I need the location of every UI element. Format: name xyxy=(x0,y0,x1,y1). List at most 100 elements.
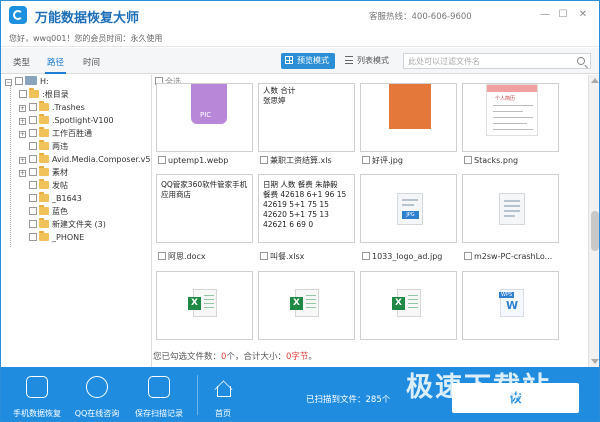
tree-item-avid[interactable]: + Avid.Media.Composer.v5 xyxy=(19,153,150,166)
tree-item-sucai[interactable]: + 素材 xyxy=(19,166,68,179)
preview-mode-button[interactable]: 预览模式 xyxy=(281,53,335,69)
filter-input[interactable] xyxy=(404,54,569,68)
phone-recovery-button[interactable]: 手机数据恢复 xyxy=(7,367,67,421)
collapse-icon[interactable]: − xyxy=(5,79,12,86)
tree-item-b1643[interactable]: _B1643 xyxy=(29,192,82,205)
expand-icon[interactable]: + xyxy=(19,105,26,112)
site-watermark: 极速下载站 xyxy=(406,372,551,403)
tree-checkbox[interactable] xyxy=(19,90,27,98)
tree-checkbox[interactable] xyxy=(15,77,23,85)
maximize-button[interactable]: ☐ xyxy=(557,9,569,21)
file-caption[interactable]: m2sw-PC-crashLo... xyxy=(464,251,564,263)
file-checkbox[interactable] xyxy=(260,252,268,260)
file-name: 阿思.docx xyxy=(168,252,206,261)
tab-type[interactable]: 类型 xyxy=(13,56,30,68)
file-line xyxy=(402,204,414,206)
tree-checkbox[interactable] xyxy=(29,220,37,228)
scroll-up-icon[interactable] xyxy=(591,78,599,83)
file-card-haoping[interactable] xyxy=(360,83,457,152)
tree-checkbox[interactable] xyxy=(29,168,37,176)
file-checkbox[interactable] xyxy=(464,252,472,260)
expand-icon[interactable]: + xyxy=(19,170,26,177)
tree-checkbox[interactable] xyxy=(29,233,37,241)
user-bar: 您好，wwq001！您的会员时间：永久使用 xyxy=(1,29,599,47)
file-checkbox[interactable] xyxy=(158,156,166,164)
file-checkbox[interactable] xyxy=(158,252,166,260)
file-checkbox[interactable] xyxy=(464,156,472,164)
tree-checkbox[interactable] xyxy=(29,155,37,163)
file-caption[interactable]: 叫餐.xlsx xyxy=(260,251,360,263)
tree-item-liangwei[interactable]: 两违 xyxy=(29,140,68,153)
resume-line xyxy=(493,111,523,112)
phone-icon xyxy=(26,376,48,398)
file-caption[interactable]: uptemp1.webp xyxy=(158,155,258,167)
file-card-logo-jpg[interactable]: JPG xyxy=(360,174,457,243)
file-caption[interactable]: 兼职工资结算.xls xyxy=(260,155,360,167)
file-name: 叫餐.xlsx xyxy=(270,252,305,261)
expand-icon[interactable]: + xyxy=(19,118,26,125)
filter-box xyxy=(403,53,591,69)
status-prefix: 您已勾选文件数： xyxy=(153,352,222,362)
tab-time[interactable]: 时间 xyxy=(83,56,100,68)
file-line xyxy=(504,210,520,212)
tree-item-label: .Spotlight-V100 xyxy=(52,116,114,125)
file-checkbox[interactable] xyxy=(362,252,370,260)
search-icon[interactable] xyxy=(577,57,585,65)
tree-checkbox[interactable] xyxy=(29,181,37,189)
file-card-stacks[interactable]: 个人简历 xyxy=(462,83,559,152)
scroll-down-icon[interactable] xyxy=(591,359,599,364)
tree-checkbox[interactable] xyxy=(29,129,37,137)
tree-item-trashes[interactable]: + .Trashes xyxy=(19,101,85,114)
tab-path[interactable]: 路径 xyxy=(44,56,67,74)
app-window: 万能数据恢复大师 客服热线：400-606-9600 — ☐ ✕ 您好，wwq0… xyxy=(0,0,600,422)
file-card-excel-1[interactable] xyxy=(156,271,253,340)
tree-item-work[interactable]: + 工作百胜通 xyxy=(19,127,92,140)
expand-icon[interactable]: + xyxy=(19,131,26,138)
file-card-excel-2[interactable] xyxy=(258,271,355,340)
file-caption[interactable]: 阿思.docx xyxy=(158,251,258,263)
tree-root[interactable]: − H: xyxy=(5,75,49,88)
file-caption[interactable]: 好评.jpg xyxy=(362,155,462,167)
minimize-button[interactable]: — xyxy=(539,9,551,21)
file-card-salary-xls[interactable]: 也归 工行 住房 扣操 人数 合计 张思婷 xyxy=(258,83,355,152)
jpg-badge: JPG xyxy=(402,211,419,219)
tree-item-phone[interactable]: _PHONE xyxy=(29,231,84,244)
expand-icon[interactable]: + xyxy=(19,157,26,164)
tree-checkbox[interactable] xyxy=(29,194,37,202)
tree-item-label: 新建文件夹 (3) xyxy=(52,220,106,229)
scroll-thumb[interactable] xyxy=(591,211,599,251)
file-card-uptemp1[interactable] xyxy=(156,83,253,152)
file-card-crashlog[interactable] xyxy=(462,174,559,243)
file-line xyxy=(504,215,515,217)
file-card-asi-docx[interactable]: QQ管家360软件管家手机应用商店 xyxy=(156,174,253,243)
file-name: 1033_logo_ad.jpg xyxy=(372,252,443,261)
home-button[interactable]: 首页 xyxy=(201,367,245,421)
file-checkbox[interactable] xyxy=(260,156,268,164)
tree-item-fatie[interactable]: 发帖 xyxy=(29,179,68,192)
save-icon xyxy=(148,376,170,398)
file-card-jiaocan-xlsx[interactable]: 日期 人数 餐费 朱静毅 餐费 42618 6+1 96 15 42619 5+… xyxy=(258,174,355,243)
qq-consult-label: QQ在线咨询 xyxy=(74,409,120,418)
file-checkbox[interactable] xyxy=(362,156,370,164)
tree-item-root-dir[interactable]: :根目录 xyxy=(19,88,69,101)
file-card-wps[interactable] xyxy=(462,271,559,340)
tree-item-label: .Trashes xyxy=(52,103,85,112)
tree-item-new-folder[interactable]: 新建文件夹 (3) xyxy=(29,218,106,231)
tree-checkbox[interactable] xyxy=(29,103,37,111)
qq-consult-button[interactable]: QQ在线咨询 xyxy=(67,367,127,421)
file-card-excel-3[interactable] xyxy=(360,271,457,340)
tree-checkbox[interactable] xyxy=(29,142,37,150)
close-button[interactable]: ✕ xyxy=(577,9,589,21)
tree-checkbox[interactable] xyxy=(29,116,37,124)
tree-item-blue[interactable]: 蓝色 xyxy=(29,205,68,218)
tree-checkbox[interactable] xyxy=(29,207,37,215)
file-caption[interactable]: Stacks.png xyxy=(464,155,564,167)
list-mode-button[interactable]: 列表模式 xyxy=(341,53,395,69)
save-scan-button[interactable]: 保存扫描记录 xyxy=(129,367,189,421)
vertical-scrollbar[interactable] xyxy=(588,75,599,367)
file-caption[interactable]: 1033_logo_ad.jpg xyxy=(362,251,462,263)
tab-bar: 类型 路径 时间 预览模式 列表模式 xyxy=(1,48,599,74)
pic-file-icon xyxy=(191,84,227,124)
preview-mode-label: 预览模式 xyxy=(297,56,329,65)
tree-item-spotlight[interactable]: + .Spotlight-V100 xyxy=(19,114,114,127)
